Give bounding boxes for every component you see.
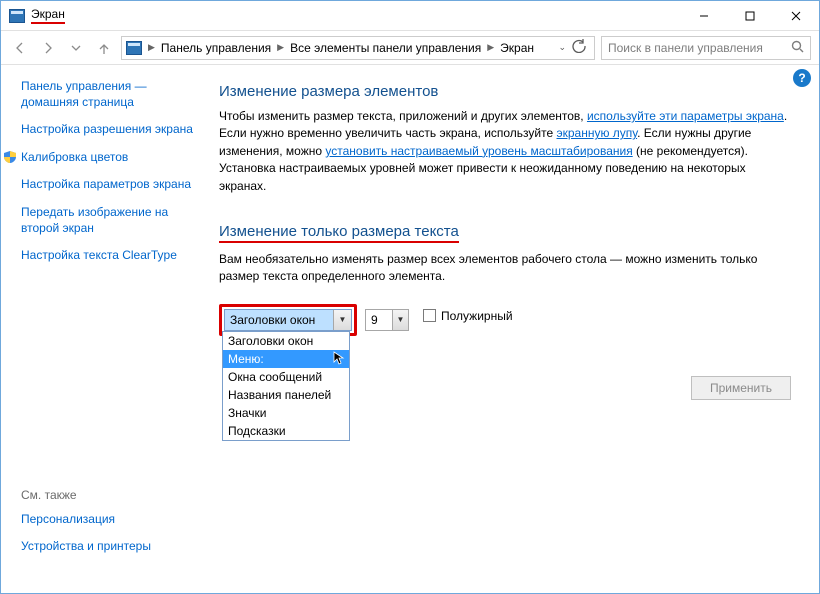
link-custom-scaling[interactable]: установить настраиваемый уровень масштаб… xyxy=(325,144,632,158)
section2-title: Изменение только размера текста xyxy=(219,223,459,243)
chevron-down-icon: ▼ xyxy=(333,310,351,330)
text-size-controls: Заголовки окон ▼ Заголовки окон Меню: Ок… xyxy=(219,304,791,336)
address-bar[interactable]: ▶ Панель управления ▶ Все элементы панел… xyxy=(121,36,595,60)
window-controls xyxy=(681,1,819,31)
combo-option[interactable]: Подсказки xyxy=(223,422,349,440)
text: Меню: xyxy=(228,352,264,366)
text: Чтобы изменить размер текста, приложений… xyxy=(219,109,587,123)
sidebar-link-calibration[interactable]: Калибровка цветов xyxy=(21,150,128,166)
search-placeholder: Поиск в панели управления xyxy=(608,41,763,55)
help-icon[interactable]: ? xyxy=(793,69,811,87)
main-panel: ? Изменение размера элементов Чтобы изме… xyxy=(211,65,819,593)
section2-text: Вам необязательно изменять размер всех э… xyxy=(219,251,791,286)
recent-dropdown[interactable] xyxy=(65,37,87,59)
cursor-icon xyxy=(333,351,347,365)
chevron-right-icon: ▶ xyxy=(275,42,286,53)
combo-selected: Заголовки окон xyxy=(225,310,333,330)
chevron-right-icon: ▶ xyxy=(485,42,496,53)
sidebar-link-project[interactable]: Передать изображение на второй экран xyxy=(21,205,197,236)
chevron-down-icon: ▼ xyxy=(392,310,408,330)
navbar: ▶ Панель управления ▶ Все элементы панел… xyxy=(1,31,819,65)
sidebar-link-resolution[interactable]: Настройка разрешения экрана xyxy=(21,122,197,138)
sidebar-link-display-settings[interactable]: Настройка параметров экрана xyxy=(21,177,197,193)
breadcrumb-item[interactable]: Все элементы панели управления xyxy=(290,41,481,55)
section1-title: Изменение размера элементов xyxy=(219,83,791,100)
display-icon xyxy=(126,41,142,55)
see-also-header: См. также xyxy=(21,488,197,502)
titlebar: Экран xyxy=(1,1,819,31)
bold-label: Полужирный xyxy=(441,309,513,323)
search-icon xyxy=(791,40,804,56)
window-title: Экран xyxy=(31,7,65,24)
minimize-button[interactable] xyxy=(681,1,727,31)
combo-option[interactable]: Окна сообщений xyxy=(223,368,349,386)
sidebar: Панель управления — домашняя страница На… xyxy=(1,65,211,593)
bold-checkbox-row: Полужирный xyxy=(423,309,513,323)
back-button[interactable] xyxy=(9,37,31,59)
bold-checkbox[interactable] xyxy=(423,309,436,322)
font-size-combo[interactable]: 9 ▼ xyxy=(365,309,409,331)
search-input[interactable]: Поиск в панели управления xyxy=(601,36,811,60)
combo-option[interactable]: Заголовки окон xyxy=(223,332,349,350)
refresh-button[interactable] xyxy=(572,39,586,56)
forward-button[interactable] xyxy=(37,37,59,59)
see-also-section: См. также Персонализация Устройства и пр… xyxy=(21,488,197,579)
sidebar-home-link[interactable]: Панель управления — домашняя страница xyxy=(21,79,197,110)
close-button[interactable] xyxy=(773,1,819,31)
shield-icon xyxy=(3,150,17,164)
apply-button[interactable]: Применить xyxy=(691,376,791,400)
see-also-devices[interactable]: Устройства и принтеры xyxy=(21,539,197,555)
element-combo-list[interactable]: Заголовки окон Меню: Окна сообщений Назв… xyxy=(222,331,350,441)
combo-option[interactable]: Названия панелей xyxy=(223,386,349,404)
window-frame: Экран ▶ Панель упр xyxy=(0,0,820,594)
highlight-frame: Заголовки окон ▼ Заголовки окон Меню: Ок… xyxy=(219,304,357,336)
element-combo[interactable]: Заголовки окон ▼ xyxy=(224,309,352,331)
see-also-personalization[interactable]: Персонализация xyxy=(21,512,197,528)
content-area: Панель управления — домашняя страница На… xyxy=(1,65,819,593)
link-display-settings[interactable]: используйте эти параметры экрана xyxy=(587,109,784,123)
chevron-right-icon: ▶ xyxy=(146,42,157,53)
breadcrumb-item[interactable]: Экран xyxy=(500,41,534,55)
chevron-down-icon[interactable]: ⌄ xyxy=(558,42,566,53)
breadcrumb-item[interactable]: Панель управления xyxy=(161,41,271,55)
maximize-button[interactable] xyxy=(727,1,773,31)
display-icon xyxy=(9,9,25,23)
link-magnifier[interactable]: экранную лупу xyxy=(557,126,638,140)
up-button[interactable] xyxy=(93,37,115,59)
sidebar-link-cleartype[interactable]: Настройка текста ClearType xyxy=(21,248,197,264)
combo-option-highlighted[interactable]: Меню: xyxy=(223,350,349,368)
section1-text: Чтобы изменить размер текста, приложений… xyxy=(219,108,791,195)
combo-option[interactable]: Значки xyxy=(223,404,349,422)
font-size-value: 9 xyxy=(366,313,392,327)
